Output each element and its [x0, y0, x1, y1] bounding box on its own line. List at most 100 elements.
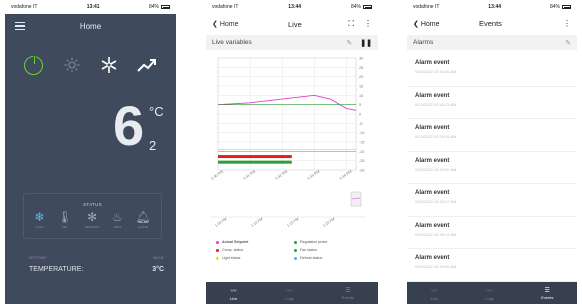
event-date: 9/23/2022 10:39:13 AM: [415, 231, 457, 237]
y-tick-label: 20: [359, 75, 363, 79]
power-icon[interactable]: [21, 52, 47, 78]
tab-label: Events: [341, 294, 355, 300]
y-tick-label: -25: [359, 159, 365, 163]
legend-label: Fan status: [300, 248, 317, 252]
list-item[interactable]: Alarm event 9/23/2022 10:39:20 AM: [407, 152, 577, 184]
tab-label: Logs: [485, 295, 494, 301]
pause-icon[interactable]: ❚❚: [360, 39, 372, 47]
battery: 84%: [149, 4, 170, 10]
event-title: Alarm event: [415, 60, 450, 66]
home-screen: vodafone IT 13:41 84% Home 6 °C 2 STATUS…: [5, 0, 176, 304]
temperature-display: 6 °C 2: [113, 98, 164, 154]
event-date: 9/23/2022 10:39:06 AM: [415, 264, 457, 269]
fire-icon: ♨: [111, 210, 123, 224]
sun-icon[interactable]: [59, 52, 85, 78]
x-tick-label: 1:41 PM: [242, 169, 256, 180]
fullscreen-icon[interactable]: ⛶: [348, 19, 354, 29]
overview-x-tick-label: 1:15 PM: [286, 217, 299, 228]
setpoint-header: SETPOINT VALUE: [29, 256, 164, 260]
legend-label: Actual Setpoint: [222, 240, 249, 244]
tab-logs[interactable]: 〰 Logs: [485, 286, 494, 301]
legend-label: Comp. status: [222, 248, 244, 252]
tab-label: Live: [430, 295, 438, 301]
list-item[interactable]: Alarm event 9/23/2022 10:42:45 AM: [407, 54, 577, 87]
section-tools: ✎ ❚❚: [346, 39, 372, 47]
page-title: Events: [479, 19, 502, 28]
legend-item[interactable]: Comp. status: [216, 248, 294, 252]
tab-label: Live: [229, 295, 238, 301]
event-date: 9/23/2022 10:39:20 AM: [415, 166, 457, 172]
event-title: Alarm event: [415, 157, 450, 164]
chevron-left-icon: ❮: [212, 20, 220, 28]
chevron-left-icon: ❮: [413, 20, 421, 28]
pencil-icon[interactable]: ✎: [346, 39, 352, 47]
snowflake-fan-icon[interactable]: [96, 52, 122, 78]
trend-up-icon[interactable]: [134, 52, 160, 78]
status-item-heat: ♨ HEAT: [112, 211, 123, 229]
status-item-cool: ❄ COOL: [34, 211, 44, 229]
status-card-label: STATUS: [83, 202, 102, 207]
status-item-label: SET: [61, 225, 68, 229]
clock: 13:41: [86, 4, 100, 10]
y-tick-label: 25: [359, 66, 363, 70]
snowflake-icon: ❄: [34, 210, 45, 224]
back-button[interactable]: ❮ Home: [413, 20, 440, 28]
more-vertical-icon[interactable]: ⋮: [364, 19, 372, 29]
list-item[interactable]: Alarm event 9/23/2022 10:39:25 AM: [407, 119, 577, 152]
page-title: Home: [79, 21, 102, 31]
fan-icon: ✻: [87, 210, 98, 224]
status-bar: vodafone IT 13:41 84%: [5, 0, 176, 14]
battery: 84%: [550, 4, 571, 10]
header-actions: ⛶ ⋮: [348, 19, 372, 29]
temperature-label: TEMPERATURE:: [29, 266, 84, 273]
back-label: Home: [219, 20, 239, 28]
list-item[interactable]: Alarm event 9/23/2022 10:42:23 AM: [407, 87, 577, 119]
list-item[interactable]: Alarm event 9/23/2022 10:39:13 AM: [407, 217, 577, 249]
legend-item[interactable]: Defrost status: [294, 256, 372, 260]
overview-x-tick-label: 1:05 PM: [214, 217, 227, 228]
x-tick-label: 1:42 PM: [274, 169, 288, 180]
temperature-decimal: 2: [149, 138, 157, 153]
section-title: Live variables: [212, 39, 252, 46]
tab-live[interactable]: 〰 Live: [431, 286, 438, 301]
battery-icon: [562, 5, 571, 9]
back-button[interactable]: ❮ Home: [212, 20, 239, 28]
event-title: Alarm event: [415, 222, 450, 229]
list-icon: ☰: [544, 287, 550, 294]
series-line: [217, 94, 357, 111]
y-tick-label: 15: [359, 85, 363, 89]
tab-live[interactable]: 〰 Live: [230, 286, 237, 301]
list-item[interactable]: Alarm event 9/23/2022 10:39:06 AM: [407, 249, 577, 282]
tab-events[interactable]: ☰ Events: [541, 287, 553, 300]
event-title: Alarm event: [415, 92, 450, 99]
trend-icon: 〰: [230, 288, 237, 295]
y-tick-label: -5: [359, 122, 362, 126]
temperature-row[interactable]: TEMPERATURE: 3°C: [29, 266, 164, 273]
y-tick-label: -10: [359, 131, 365, 135]
temperature-integer: 6: [113, 94, 145, 157]
legend-item[interactable]: Regulation probe: [294, 240, 372, 244]
section-bar: Alarms ✎: [407, 35, 577, 50]
legend-item[interactable]: Fan status: [294, 248, 372, 252]
legend-item[interactable]: Light status: [216, 256, 294, 260]
x-tick-label: 1:43 PM: [307, 169, 321, 180]
page-title: Live: [288, 20, 302, 29]
legend-item[interactable]: Actual Setpoint: [216, 240, 294, 244]
setpoint-label: SETPOINT: [29, 256, 47, 260]
events-screen: vodafone IT 13:44 84% ❮ Home Events ⋮ Al…: [407, 0, 577, 304]
battery-level: 84%: [549, 4, 560, 10]
status-icon-row: ❄ COOL 🌡︎ SET ✻ DEFROST ♨ HEAT 🔔︎ ALARM: [24, 211, 161, 229]
carrier: vodafone IT: [413, 4, 440, 10]
tab-events[interactable]: ☰ Events: [342, 287, 354, 300]
pencil-icon[interactable]: ✎: [565, 39, 571, 47]
battery-icon: [161, 5, 170, 9]
live-chart[interactable]: 30 25 20 15 10 5 0 -5 -10 -15 -20 -25 -30 1:40 PM 1:41…: [206, 52, 378, 262]
carrier: vodafone IT: [212, 4, 239, 10]
bell-icon: 🔔︎: [135, 210, 151, 224]
more-vertical-icon[interactable]: ⋮: [563, 19, 571, 28]
list-item[interactable]: Alarm event 9/23/2022 10:39:17 AM: [407, 184, 577, 217]
tab-logs[interactable]: 〰 Logs: [285, 286, 294, 301]
menu-icon[interactable]: [15, 22, 25, 30]
event-title: Alarm event: [415, 190, 450, 196]
logs-icon: 〰: [286, 288, 293, 295]
